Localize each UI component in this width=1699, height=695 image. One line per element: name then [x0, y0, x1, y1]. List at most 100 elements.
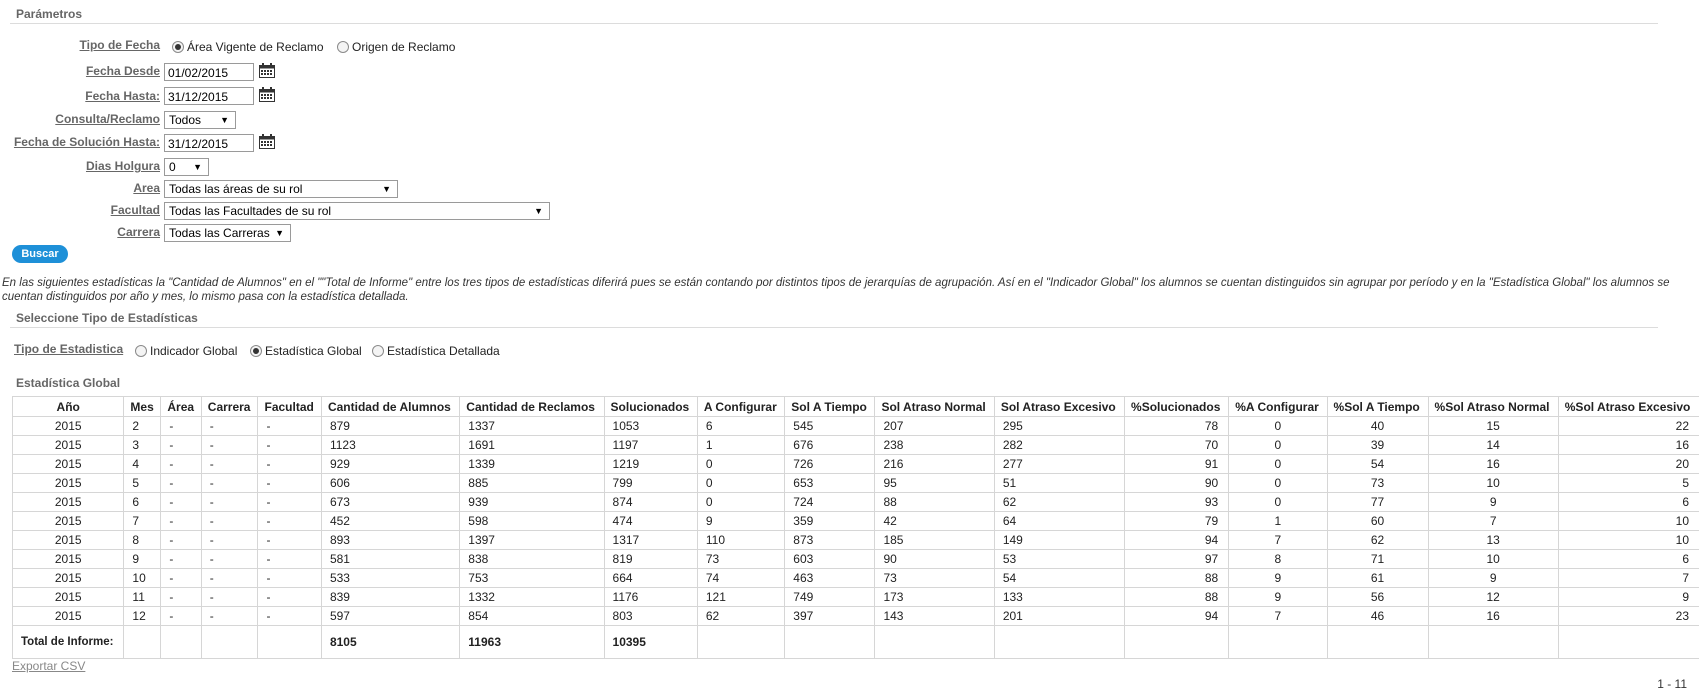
table-cell: 533	[320, 568, 461, 588]
table-cell: 726	[784, 454, 876, 474]
table-cell: 7	[1557, 568, 1699, 588]
consulta-reclamo-label: Consulta/Reclamo	[55, 112, 160, 126]
carrera-select[interactable]: Todas las Carreras ▼	[164, 224, 291, 242]
table-cell: -	[200, 492, 259, 512]
column-header[interactable]: %Sol A Tiempo	[1326, 396, 1429, 417]
table-cell: 2	[123, 416, 162, 436]
table-cell: -	[200, 454, 259, 474]
table-cell: 40	[1326, 416, 1429, 436]
table-cell	[1326, 625, 1429, 659]
tipo-fecha-radio-origen[interactable]: Origen de Reclamo	[337, 40, 455, 54]
facultad-select[interactable]: Todas las Facultades de su rol ▼	[164, 202, 550, 220]
fecha-hasta-label: Fecha Hasta:	[85, 89, 160, 103]
table-cell	[200, 625, 259, 659]
table-cell: -	[200, 416, 259, 436]
table-cell: 73	[1326, 473, 1429, 493]
column-header[interactable]: A Configurar	[696, 396, 786, 417]
fecha-hasta-input[interactable]: 31/12/2015	[164, 87, 254, 105]
table-cell: 606	[320, 473, 461, 493]
table-cell: 173	[874, 587, 995, 607]
dias-holgura-label: Dias Holgura	[85, 159, 160, 173]
column-header[interactable]: Sol A Tiempo	[784, 396, 876, 417]
column-header[interactable]: %A Configurar	[1228, 396, 1328, 417]
table-cell: 474	[603, 511, 698, 531]
table-cell: 2015	[11, 549, 125, 569]
calendar-icon[interactable]	[259, 87, 275, 102]
table-cell: 88	[1124, 568, 1230, 588]
table-row: 2015 6- - -673 939 874 0 724 88 62 93 0 77 9 6	[11, 492, 1699, 512]
table-cell: 73	[874, 568, 995, 588]
column-header[interactable]: %Sol Atraso Normal	[1427, 396, 1559, 417]
table-cell: 238	[874, 435, 995, 455]
table-cell: -	[200, 435, 259, 455]
table-cell: 1176	[603, 587, 698, 607]
area-select[interactable]: Todas las áreas de su rol ▼	[164, 180, 398, 198]
table-cell: 54	[993, 568, 1126, 588]
radio-estadistica-global[interactable]: Estadística Global	[250, 344, 362, 358]
table-cell: 873	[784, 530, 876, 550]
table-cell: 13	[1427, 530, 1559, 550]
table-cell: 1317	[603, 530, 698, 550]
radio-label: Área Vigente de Reclamo	[187, 40, 324, 54]
statistics-table: Año Mes Área Carrera Facultad Cantidad d…	[11, 396, 1699, 659]
table-cell: -	[257, 416, 322, 436]
table-cell	[784, 625, 876, 659]
table-cell: 6	[1557, 492, 1699, 512]
column-header[interactable]: Área	[160, 396, 202, 417]
table-cell	[160, 625, 202, 659]
column-header[interactable]: Año	[11, 396, 125, 417]
table-cell: 295	[993, 416, 1126, 436]
table-cell	[874, 625, 995, 659]
table-cell	[1427, 625, 1559, 659]
column-header[interactable]: %Sol Atraso Excesivo	[1557, 396, 1699, 417]
chevron-down-icon: ▼	[220, 115, 229, 125]
table-cell: -	[160, 606, 202, 626]
column-header[interactable]: Sol Atraso Normal	[874, 396, 995, 417]
table-cell: 874	[603, 492, 698, 512]
table-cell: -	[257, 587, 322, 607]
table-cell: 9	[1228, 568, 1328, 588]
column-header[interactable]: Cantidad de Reclamos	[459, 396, 605, 417]
table-cell: 676	[784, 435, 876, 455]
radio-selected-icon	[250, 345, 262, 357]
column-header[interactable]: Carrera	[200, 396, 259, 417]
column-header[interactable]: Mes	[123, 396, 162, 417]
table-cell: 893	[320, 530, 461, 550]
table-cell	[696, 625, 786, 659]
consulta-reclamo-select[interactable]: Todos ▼	[164, 111, 236, 129]
table-cell: 359	[784, 511, 876, 531]
table-cell: 598	[459, 511, 605, 531]
table-cell: 2015	[11, 473, 125, 493]
table-cell: -	[200, 530, 259, 550]
radio-estadistica-detallada[interactable]: Estadística Detallada	[372, 344, 500, 358]
column-header[interactable]: Cantidad de Alumnos	[320, 396, 461, 417]
dias-holgura-select[interactable]: 0 ▼	[164, 158, 209, 176]
table-row: 2015 8- - -893 1397 1317 110 873 185 149 94 7 62 13 10	[11, 530, 1699, 550]
radio-indicador-global[interactable]: Indicador Global	[135, 344, 237, 358]
tipo-fecha-radio-area[interactable]: Área Vigente de Reclamo	[172, 40, 324, 54]
calendar-icon[interactable]	[259, 63, 275, 78]
calendar-icon[interactable]	[259, 134, 275, 149]
table-cell: 6	[1557, 549, 1699, 569]
table-row: 2015 3- - -1123 1691 1197 1 676 238 282 70 0 39 14 16	[11, 435, 1699, 455]
table-cell: 2015	[11, 416, 125, 436]
table-cell: 2015	[11, 568, 125, 588]
table-cell: 2015	[11, 435, 125, 455]
column-header[interactable]: Solucionados	[603, 396, 698, 417]
table-cell: -	[160, 587, 202, 607]
export-csv-link[interactable]: Exportar CSV	[12, 659, 85, 673]
fecha-solucion-input[interactable]: 31/12/2015	[164, 134, 254, 152]
table-cell: 9	[1557, 587, 1699, 607]
table-cell: 121	[696, 587, 786, 607]
column-header[interactable]: Facultad	[257, 396, 322, 417]
column-header[interactable]: %Solucionados	[1124, 396, 1230, 417]
radio-icon	[372, 345, 384, 357]
table-row: 2015 2- - -879 1337 1053 6 545 207 295 78 0 40 15 22	[11, 416, 1699, 436]
fecha-desde-input[interactable]: 01/02/2015	[164, 63, 254, 81]
column-header[interactable]: Sol Atraso Excesivo	[993, 396, 1126, 417]
table-cell: 90	[874, 549, 995, 569]
table-cell	[257, 625, 322, 659]
table-row: 2015 12- - -597 854 803 62 397 143 201 94 7 46 16 23	[11, 606, 1699, 626]
total-label-text: Total de Informe:	[21, 635, 114, 648]
buscar-button[interactable]: Buscar	[12, 245, 68, 263]
